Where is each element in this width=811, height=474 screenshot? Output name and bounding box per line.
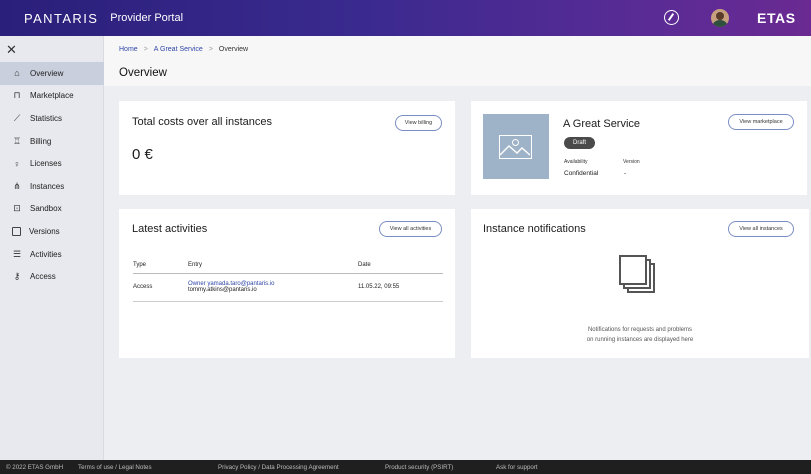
activity-date: 11.05.22, 09:55 <box>358 273 443 302</box>
service-image <box>483 114 549 179</box>
notifications-line1: Notifications for requests and problems <box>587 327 693 333</box>
sidebar-item-activities[interactable]: ☰ Activities <box>0 243 104 266</box>
activities-icon: ☰ <box>12 248 22 259</box>
brand-name[interactable]: PANTARIS <box>24 11 98 26</box>
view-billing-button[interactable]: View billing <box>395 115 442 131</box>
top-bar: PANTARIS Provider Portal ETAS <box>0 0 811 36</box>
footer-security-link[interactable]: Product security (PSIRT) <box>385 464 453 471</box>
sidebar-item-label: Access <box>30 272 56 282</box>
sidebar-item-sandbox[interactable]: ⊡ Sandbox <box>0 198 104 221</box>
column-header: Entry <box>188 257 358 274</box>
activities-title: Latest activities <box>132 223 208 235</box>
sidebar-item-label: Licenses <box>30 159 62 169</box>
service-card: A Great Service Draft View marketplace A… <box>471 101 807 195</box>
instances-icon: ⋔ <box>13 180 21 191</box>
close-icon[interactable]: ✕ <box>6 42 17 58</box>
entry-text: tommy.atkins@pantaris.io <box>188 287 257 293</box>
footer: © 2022 ETAS GmbH Terms of use / Legal No… <box>0 460 811 474</box>
sidebar-nav: ⌂ Overview ⊓ Marketplace ⟋ Statistics ♖ … <box>0 62 104 288</box>
sidebar-item-overview[interactable]: ⌂ Overview <box>0 62 104 85</box>
view-marketplace-button[interactable]: View marketplace <box>728 114 794 130</box>
sidebar-item-marketplace[interactable]: ⊓ Marketplace <box>0 85 104 108</box>
sandbox-icon: ⊡ <box>13 203 21 214</box>
avatar[interactable] <box>711 9 729 27</box>
versions-icon <box>12 226 21 236</box>
column-header: Date <box>358 257 443 274</box>
activities-card: Latest activities View all activities Ty… <box>119 209 455 358</box>
page-title: Overview <box>119 67 167 79</box>
activity-entry: Owner yamada.taro@pantaris.io tommy.atki… <box>188 273 358 302</box>
footer-terms-link[interactable]: Terms of use / Legal Notes <box>78 464 152 471</box>
column-header: Type <box>133 257 188 274</box>
footer-copyright: © 2022 ETAS GmbH <box>6 464 64 471</box>
access-icon: ⚷ <box>13 271 21 282</box>
sidebar: ✕ ⌂ Overview ⊓ Marketplace ⟋ Statistics … <box>0 36 104 460</box>
total-cost-value: 0 € <box>132 146 153 163</box>
footer-support-link[interactable]: Ask for support <box>496 464 538 471</box>
breadcrumb-service[interactable]: A Great Service <box>154 46 203 53</box>
costs-title: Total costs over all instances <box>132 116 273 128</box>
etas-logo: ETAS <box>757 10 796 26</box>
portal-name[interactable]: Provider Portal <box>110 12 183 24</box>
compass-icon[interactable] <box>664 10 679 25</box>
sidebar-item-label: Versions <box>29 226 60 236</box>
sidebar-item-label: Sandbox <box>30 204 62 214</box>
sidebar-item-versions[interactable]: Versions <box>0 220 104 243</box>
sidebar-item-statistics[interactable]: ⟋ Statistics <box>0 107 104 130</box>
notifications-card: Instance notifications View all instance… <box>471 209 809 358</box>
footer-privacy-link[interactable]: Privacy Policy / Data Processing Agreeme… <box>218 464 339 471</box>
billing-icon: ♖ <box>12 135 22 146</box>
view-all-activities-button[interactable]: View all activities <box>379 221 442 237</box>
status-badge: Draft <box>564 137 595 149</box>
breadcrumb: Home > A Great Service > Overview <box>119 46 249 53</box>
sidebar-item-instances[interactable]: ⋔ Instances <box>0 175 104 198</box>
version-value: - <box>624 170 627 177</box>
activity-type: Access <box>133 273 188 302</box>
sidebar-item-label: Marketplace <box>30 91 74 101</box>
sidebar-item-billing[interactable]: ♖ Billing <box>0 130 104 153</box>
sidebar-item-licenses[interactable]: ♀ Licenses <box>0 152 104 175</box>
image-placeholder-icon <box>499 135 532 159</box>
sidebar-item-label: Statistics <box>30 113 63 123</box>
table-row: Access Owner yamada.taro@pantaris.io tom… <box>133 273 443 302</box>
service-title: A Great Service <box>563 118 641 130</box>
sidebar-item-label: Activities <box>30 249 62 259</box>
sidebar-item-label: Overview <box>30 68 64 78</box>
view-all-instances-button[interactable]: View all instances <box>728 221 794 237</box>
chart-icon: ⟋ <box>13 112 21 123</box>
availability-label: Availability <box>564 159 588 165</box>
notifications-title: Instance notifications <box>483 223 586 235</box>
activities-table: Type Entry Date Access Owner yamada.taro… <box>133 257 443 302</box>
costs-card: Total costs over all instances View bill… <box>119 101 455 195</box>
version-label: Version <box>623 159 640 165</box>
availability-value: Confidential <box>564 170 599 177</box>
stack-icon <box>619 255 655 293</box>
sidebar-item-label: Instances <box>30 181 65 191</box>
home-icon: ⌂ <box>14 68 20 79</box>
bag-icon: ⊓ <box>13 90 21 101</box>
breadcrumb-home[interactable]: Home <box>119 46 138 53</box>
sidebar-item-label: Billing <box>30 136 52 146</box>
table-header-row: Type Entry Date <box>133 257 443 274</box>
sidebar-item-access[interactable]: ⚷ Access <box>0 265 104 288</box>
breadcrumb-current: Overview <box>218 46 249 53</box>
license-icon: ♀ <box>13 158 21 169</box>
notifications-line2: on running instances are displayed here <box>586 337 694 343</box>
page-header <box>104 36 811 86</box>
